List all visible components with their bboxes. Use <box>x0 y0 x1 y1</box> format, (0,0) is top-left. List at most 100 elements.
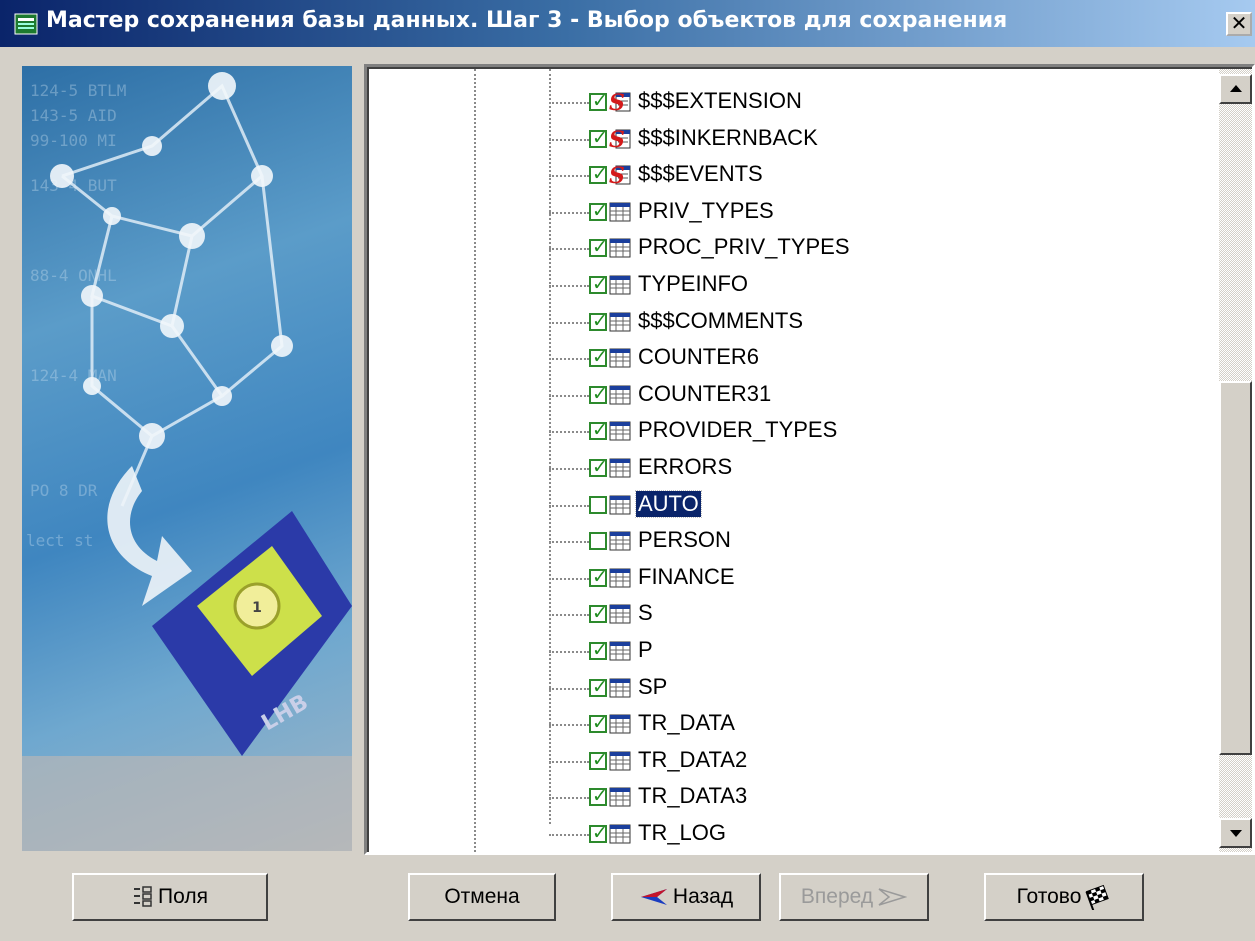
tree-item-label: COUNTER6 <box>638 344 760 370</box>
table-icon <box>609 421 631 441</box>
item-checkbox[interactable] <box>589 127 608 149</box>
tree-connector <box>549 651 589 653</box>
tree-item-label: TR_DATA2 <box>638 746 748 772</box>
svg-text:124-5 BTLM: 124-5 BTLM <box>30 81 126 100</box>
tree-connector <box>549 834 589 836</box>
table-icon <box>609 458 631 478</box>
tree-connector <box>549 394 589 397</box>
item-checkbox[interactable] <box>589 566 608 588</box>
wizard-illustration: 124-5 BTLM143-5 AID 99-100 MI143-4 BUT 8… <box>22 72 352 851</box>
table-icon <box>609 531 631 551</box>
tree-item[interactable]: P <box>549 633 1149 669</box>
svg-text:1: 1 <box>252 600 262 616</box>
item-checkbox[interactable] <box>589 163 608 185</box>
tree-item[interactable]: AUTO <box>549 487 1149 523</box>
scroll-down-button[interactable] <box>1219 818 1252 848</box>
tree-item-label: S <box>638 600 653 626</box>
tree-item[interactable]: COUNTER6 <box>549 340 1149 376</box>
table-icon <box>609 385 631 405</box>
checkered-flag-icon <box>1085 884 1110 910</box>
table-icon <box>609 604 631 624</box>
table-icon <box>609 714 631 734</box>
tree-item[interactable]: TYPEINFO <box>549 267 1149 303</box>
table-icon <box>609 787 631 807</box>
item-checkbox[interactable] <box>589 310 608 332</box>
tree-connector <box>549 504 589 507</box>
svg-text:S: S <box>609 163 625 187</box>
item-checkbox[interactable] <box>589 419 608 441</box>
item-checkbox[interactable] <box>589 273 608 295</box>
item-checkbox[interactable] <box>589 383 608 405</box>
table-icon <box>609 678 631 698</box>
tree-connector <box>549 175 589 178</box>
item-checkbox[interactable] <box>589 200 608 222</box>
tree-connector <box>549 138 589 141</box>
item-checkbox[interactable] <box>589 495 607 514</box>
tree-item[interactable]: FINANCE <box>549 560 1149 596</box>
table-icon <box>609 348 631 368</box>
svg-text:99-100 MI: 99-100 MI <box>30 131 117 150</box>
tree-item[interactable]: S <box>549 596 1149 632</box>
tree-item[interactable]: S $$$EVENTS <box>549 157 1149 193</box>
table-icon <box>609 275 631 295</box>
item-checkbox[interactable] <box>589 456 608 478</box>
tree-item[interactable]: PERSON <box>549 523 1149 559</box>
next-button[interactable]: Вперед <box>779 873 929 921</box>
scroll-up-button[interactable] <box>1219 74 1252 104</box>
objects-tree[interactable]: S $$$EXTENSION S $$$INKERNBACK S $$$EVENTS PRI… <box>364 64 1255 855</box>
tree-item[interactable]: TR_DATA2 <box>549 743 1149 779</box>
back-arrow-icon <box>640 889 667 905</box>
next-button-label: Вперед <box>800 885 874 908</box>
tree-item[interactable]: TR_DATA <box>549 706 1149 742</box>
item-checkbox[interactable] <box>589 712 608 734</box>
vertical-scrollbar[interactable] <box>1219 69 1252 852</box>
item-checkbox[interactable] <box>589 822 608 844</box>
arrow-up-icon <box>1230 85 1242 92</box>
tree-item[interactable]: COUNTER31 <box>549 377 1149 413</box>
system-table-icon: S <box>609 90 631 114</box>
item-checkbox[interactable] <box>589 749 608 771</box>
window-title: Мастер сохранения базы данных. Шаг 3 - В… <box>46 8 1008 33</box>
title-bar[interactable]: Мастер сохранения базы данных. Шаг 3 - В… <box>0 0 1255 47</box>
tree-item[interactable]: S $$$EXTENSION <box>549 84 1149 120</box>
tree-item[interactable]: TR_LOG <box>549 816 1149 852</box>
tree-item[interactable]: PROVIDER_TYPES <box>549 413 1149 449</box>
item-checkbox[interactable] <box>589 602 608 624</box>
finish-button[interactable]: Готово <box>984 873 1144 921</box>
item-checkbox[interactable] <box>589 90 608 112</box>
item-checkbox[interactable] <box>589 676 608 698</box>
tree-item[interactable]: $$$COMMENTS <box>549 304 1149 340</box>
tree-item[interactable]: ERRORS <box>549 450 1149 486</box>
tree-item-label: PRIV_TYPES <box>638 197 774 223</box>
table-icon <box>609 824 631 844</box>
tree-connector <box>549 687 589 690</box>
table-icon <box>609 312 631 332</box>
back-button[interactable]: Назад <box>611 873 761 921</box>
table-icon <box>609 238 631 258</box>
tree-item-label: PROC_PRIV_TYPES <box>638 234 850 260</box>
tree-item[interactable]: TR_DATA3 <box>549 779 1149 815</box>
tree-item[interactable]: SP <box>549 670 1149 706</box>
system-table-icon: S <box>609 127 631 151</box>
tree-connector <box>549 431 589 434</box>
item-checkbox[interactable] <box>589 785 608 807</box>
scroll-thumb[interactable] <box>1219 381 1252 755</box>
item-checkbox[interactable] <box>589 236 608 258</box>
cancel-button[interactable]: Отмена <box>408 873 556 921</box>
item-checkbox[interactable] <box>589 532 607 551</box>
svg-text:S: S <box>609 127 625 151</box>
tree-item-label: AUTO <box>635 489 702 518</box>
table-icon <box>609 751 631 771</box>
tree-item[interactable]: PRIV_TYPES <box>549 194 1149 230</box>
fields-button[interactable]: Поля <box>72 873 268 921</box>
fields-icon <box>134 886 152 907</box>
tree-item-label: PROVIDER_TYPES <box>638 417 838 443</box>
tree-connector <box>549 541 589 544</box>
item-checkbox[interactable] <box>589 346 608 368</box>
tree-guide-line-root <box>474 69 476 852</box>
tree-item[interactable]: S $$$INKERNBACK <box>549 121 1149 157</box>
close-button[interactable]: ✕ <box>1226 12 1252 36</box>
item-checkbox[interactable] <box>589 639 608 661</box>
tree-item-label: TR_DATA3 <box>638 783 748 809</box>
tree-item[interactable]: PROC_PRIV_TYPES <box>549 230 1149 266</box>
